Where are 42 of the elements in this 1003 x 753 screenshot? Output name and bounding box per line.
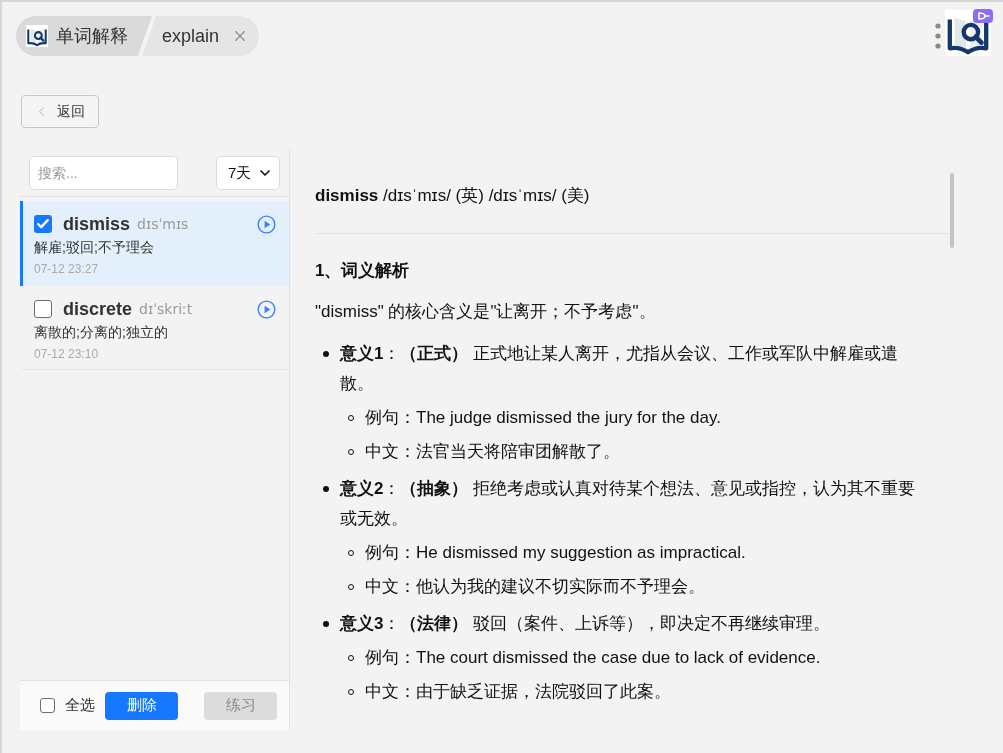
select-all-label[interactable]: 全选 — [65, 694, 95, 717]
checkbox[interactable] — [40, 698, 55, 713]
more-icon[interactable] — [934, 23, 942, 49]
word-list-item[interactable]: discrete dɪˈskriːt 离散的;分离的;独立的 07-12 23:10 — [20, 286, 289, 370]
word: dismiss — [63, 213, 131, 235]
bullet-icon — [323, 351, 329, 357]
play-icon[interactable] — [257, 214, 276, 234]
example-text: 例句：He dismissed my suggestion as impractical. — [365, 542, 746, 564]
example-text: 中文：他认为我的建议不切实际而不予理会。 — [365, 576, 705, 598]
checkmark-icon — [37, 219, 49, 229]
paragraph: "dismiss" 的核心含义是"让离开；不予考虑"。 — [315, 301, 657, 323]
range-select[interactable]: 7天 — [216, 156, 280, 190]
added-time: 07-12 23:27 — [34, 261, 100, 278]
phonetic: dɪˈskriːt — [139, 300, 193, 319]
example-text: 例句：The court dismissed the case due to lack of evidence. — [365, 647, 821, 669]
headword-pronunciation: dismiss /dɪsˈmɪs/ (英) /dɪsˈmɪs/ (美) — [315, 185, 591, 207]
word-meaning: 解雇;驳回;不予理会 — [34, 238, 155, 257]
example-text: 例句：The judge dismissed the jury for the day. — [365, 407, 721, 429]
example-text: 中文：法官当天将陪审团解散了。 — [365, 441, 620, 463]
tab[interactable]: 单词解释 — [16, 16, 152, 56]
section-heading: 1、词义解析 — [315, 260, 411, 282]
added-time: 07-12 23:10 — [34, 346, 100, 363]
delete-button[interactable]: 删除 — [105, 691, 178, 720]
plug-badge-icon — [973, 9, 993, 23]
back-button[interactable]: 返回 — [21, 95, 99, 128]
sense-text: 意义1：（正式） 正式地让某人离开，尤指从会议、工作或军队中解雇或遣散。 — [340, 343, 900, 395]
search-field[interactable]: 搜索... — [29, 156, 178, 190]
word: discrete — [63, 298, 133, 320]
play-icon[interactable] — [257, 299, 276, 319]
example-text: 中文：由于缺乏证据，法院驳回了此案。 — [365, 681, 671, 703]
tab[interactable]: explain — [142, 16, 260, 56]
phonetic: dɪsˈmɪs — [137, 215, 189, 234]
book-magnifier-icon — [26, 25, 48, 47]
sense-text: 意义3：（法律） 驳回（案件、上诉等），即决定不再继续审理。 — [340, 613, 832, 635]
checkbox[interactable] — [34, 300, 52, 318]
sense-text: 意义2：（抽象） 拒绝考虑或认真对待某个想法、意见或指控，认为其不重要或无效。 — [340, 478, 917, 530]
word-list-item[interactable]: dismiss dɪsˈmɪs 解雇;驳回;不予理会 07-12 23:27 — [20, 201, 289, 286]
bullet-icon — [323, 486, 329, 492]
bullet-icon — [323, 621, 329, 627]
word-meaning: 离散的;分离的;独立的 — [34, 323, 169, 342]
checkbox[interactable] — [34, 215, 52, 233]
scrollbar-thumb[interactable] — [950, 173, 954, 248]
